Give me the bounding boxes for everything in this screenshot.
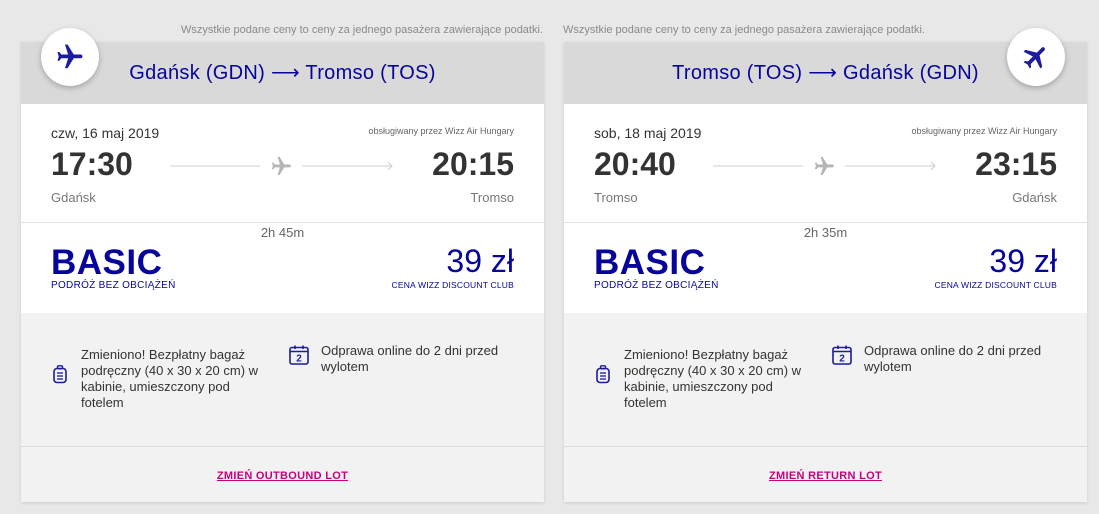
divider	[21, 446, 544, 447]
route-title: Gdańsk (GDN) ⟶ Tromso (TOS)	[129, 62, 436, 84]
change-return-flight-link[interactable]: ZMIEŃ RETURN LOT	[564, 470, 1087, 482]
fare-name: BASIC	[594, 243, 706, 282]
operator-label: obsługiwany przez Wizz Air Hungary	[368, 126, 514, 136]
card-header: Gdańsk (GDN) ⟶ Tromso (TOS)	[21, 42, 544, 104]
cabin-bag-icon	[53, 365, 67, 384]
price-notice: Wszystkie podane ceny to ceny za jednego…	[181, 24, 543, 36]
online-checkin-feature: Odprawa online do 2 dni przed wylotem	[864, 343, 1042, 374]
flight-details: sob, 18 maj 2019 obsługiwany przez Wizz …	[564, 104, 1087, 240]
price-subtitle: CENA WIZZ DISCOUNT CLUB	[391, 280, 514, 290]
price-subtitle: CENA WIZZ DISCOUNT CLUB	[934, 280, 1057, 290]
cabin-bag-feature: Zmieniono! Bezpłatny bagaż podręczny (40…	[81, 347, 259, 410]
fare-name: BASIC	[51, 243, 163, 282]
departure-time: 17:30	[51, 146, 133, 182]
fare-section: BASIC PODRÓŻ BEZ OBCIĄŻEŃ 39 zł CENA WIZ…	[564, 223, 1087, 313]
calendar-icon: 2	[289, 345, 309, 370]
plane-icon	[1007, 28, 1065, 86]
fare-section: BASIC PODRÓŻ BEZ OBCIĄŻEŃ 39 zł CENA WIZ…	[21, 223, 544, 313]
fare-features: Zmieniono! Bezpłatny bagaż podręczny (40…	[21, 313, 544, 502]
divider	[564, 446, 1087, 447]
fare-price: 39 zł	[446, 243, 514, 279]
arrival-time: 23:15	[975, 146, 1057, 182]
departure-city: Tromso	[594, 190, 638, 205]
arrival-city: Tromso	[470, 190, 514, 205]
fare-price: 39 zł	[989, 243, 1057, 279]
arrival-time: 20:15	[432, 146, 514, 182]
operator-label: obsługiwany przez Wizz Air Hungary	[911, 126, 1057, 136]
online-checkin-feature: Odprawa online do 2 dni przed wylotem	[321, 343, 499, 374]
arrival-city: Gdańsk	[1012, 190, 1057, 205]
departure-city: Gdańsk	[51, 190, 96, 205]
cabin-bag-icon	[596, 365, 610, 384]
calendar-number: 2	[839, 354, 845, 365]
flight-path-icon	[713, 156, 936, 175]
flight-date: czw, 16 maj 2019	[51, 125, 160, 141]
flight-date: sob, 18 maj 2019	[594, 125, 702, 141]
flight-path-icon	[170, 156, 393, 175]
calendar-number: 2	[296, 354, 302, 365]
fare-features: Zmieniono! Bezpłatny bagaż podręczny (40…	[564, 313, 1087, 502]
price-notice: Wszystkie podane ceny to ceny za jednego…	[563, 24, 925, 36]
plane-icon	[41, 28, 99, 86]
fare-subtitle: PODRÓŻ BEZ OBCIĄŻEŃ	[51, 280, 176, 291]
departure-time: 20:40	[594, 146, 676, 182]
return-flight-card: Tromso (TOS) ⟶ Gdańsk (GDN) sob, 18 maj …	[564, 28, 1087, 502]
outbound-flight-card: Gdańsk (GDN) ⟶ Tromso (TOS) czw, 16 maj …	[21, 28, 544, 502]
calendar-icon: 2	[832, 345, 852, 370]
change-outbound-flight-link[interactable]: ZMIEŃ OUTBOUND LOT	[21, 470, 544, 482]
flight-details: czw, 16 maj 2019 obsługiwany przez Wizz …	[21, 104, 544, 240]
cabin-bag-feature: Zmieniono! Bezpłatny bagaż podręczny (40…	[624, 347, 802, 410]
fare-subtitle: PODRÓŻ BEZ OBCIĄŻEŃ	[594, 280, 719, 291]
